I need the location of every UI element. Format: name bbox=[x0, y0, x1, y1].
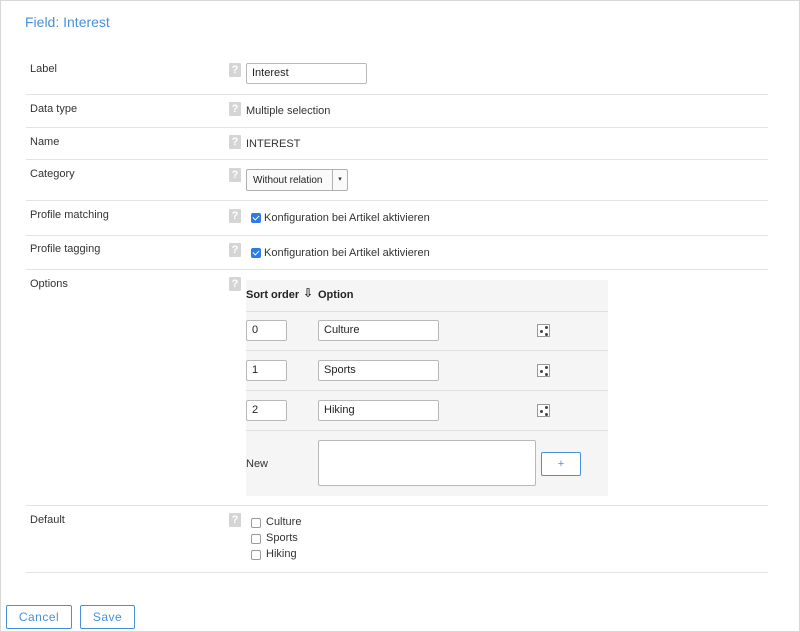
sort-order-input[interactable]: 0 bbox=[246, 320, 287, 341]
default-checkbox-culture[interactable] bbox=[251, 518, 261, 528]
help-icon[interactable]: ? bbox=[229, 277, 241, 291]
default-checkbox-label[interactable]: Hiking bbox=[266, 548, 297, 560]
profile-matching-checkbox-label[interactable]: Konfiguration bei Artikel aktivieren bbox=[264, 212, 430, 224]
sort-order-input[interactable]: 2 bbox=[246, 400, 287, 421]
table-row: 1 Sports bbox=[246, 351, 608, 391]
table-row: 0 Culture bbox=[246, 311, 608, 351]
new-option-textarea[interactable] bbox=[318, 440, 536, 486]
share-icon[interactable] bbox=[537, 404, 550, 417]
options-table-header: Sort order ⇩ Option bbox=[246, 280, 608, 312]
share-icon[interactable] bbox=[537, 364, 550, 377]
profile-tagging-checkbox-label[interactable]: Konfiguration bei Artikel aktivieren bbox=[264, 247, 430, 259]
default-checkbox-hiking[interactable] bbox=[251, 550, 261, 560]
help-icon[interactable]: ? bbox=[229, 135, 241, 149]
help-icon[interactable]: ? bbox=[229, 168, 241, 182]
field-label-profile-tagging: Profile tagging bbox=[30, 243, 101, 255]
sort-icon[interactable]: ⇩ bbox=[303, 286, 313, 300]
default-checkbox-label[interactable]: Sports bbox=[266, 532, 298, 544]
default-checkbox-label[interactable]: Culture bbox=[266, 516, 301, 528]
field-label-data-type: Data type bbox=[30, 103, 78, 115]
profile-matching-checkbox[interactable] bbox=[251, 213, 261, 223]
category-selected-value: Without relation bbox=[253, 175, 323, 186]
help-icon[interactable]: ? bbox=[229, 63, 241, 77]
chevron-down-icon[interactable]: ▾ bbox=[332, 170, 347, 190]
default-checkbox-sports[interactable] bbox=[251, 534, 261, 544]
field-row-default bbox=[26, 506, 768, 573]
option-name-input[interactable]: Hiking bbox=[318, 400, 439, 421]
profile-tagging-checkbox[interactable] bbox=[251, 248, 261, 258]
page-frame: Field: Interest Label ? Interest Data ty… bbox=[0, 0, 800, 632]
name-value: INTEREST bbox=[246, 138, 301, 150]
add-option-button[interactable]: + bbox=[541, 452, 581, 476]
category-select[interactable]: Without relation ▾ bbox=[246, 169, 348, 191]
cancel-button[interactable]: Cancel bbox=[6, 605, 72, 629]
share-icon[interactable] bbox=[537, 324, 550, 337]
field-row-label bbox=[26, 61, 768, 95]
field-label-default: Default bbox=[30, 514, 65, 526]
field-label-profile-matching: Profile matching bbox=[30, 209, 109, 221]
help-icon[interactable]: ? bbox=[229, 243, 241, 257]
help-icon[interactable]: ? bbox=[229, 513, 241, 527]
table-row: 2 Hiking bbox=[246, 391, 608, 431]
help-icon[interactable]: ? bbox=[229, 102, 241, 116]
option-name-input[interactable]: Culture bbox=[318, 320, 439, 341]
options-table: Sort order ⇩ Option 0 Culture 1 Sports 2… bbox=[246, 280, 608, 496]
field-label-options: Options bbox=[30, 278, 68, 290]
label-input[interactable]: Interest bbox=[246, 63, 367, 84]
field-row-data-type bbox=[26, 95, 768, 128]
page-title: Field: Interest bbox=[25, 14, 110, 30]
field-label-label: Label bbox=[30, 63, 57, 75]
new-option-label: New bbox=[246, 458, 269, 470]
sort-order-input[interactable]: 1 bbox=[246, 360, 287, 381]
option-name-input[interactable]: Sports bbox=[318, 360, 439, 381]
save-button[interactable]: Save bbox=[80, 605, 135, 629]
field-row-category bbox=[26, 160, 768, 201]
help-icon[interactable]: ? bbox=[229, 209, 241, 223]
data-type-value: Multiple selection bbox=[246, 105, 331, 117]
field-label-name: Name bbox=[30, 136, 60, 148]
field-row-name bbox=[26, 128, 768, 160]
field-label-category: Category bbox=[30, 168, 75, 180]
column-header-sort-order[interactable]: Sort order bbox=[246, 289, 299, 301]
column-header-option[interactable]: Option bbox=[318, 289, 353, 301]
